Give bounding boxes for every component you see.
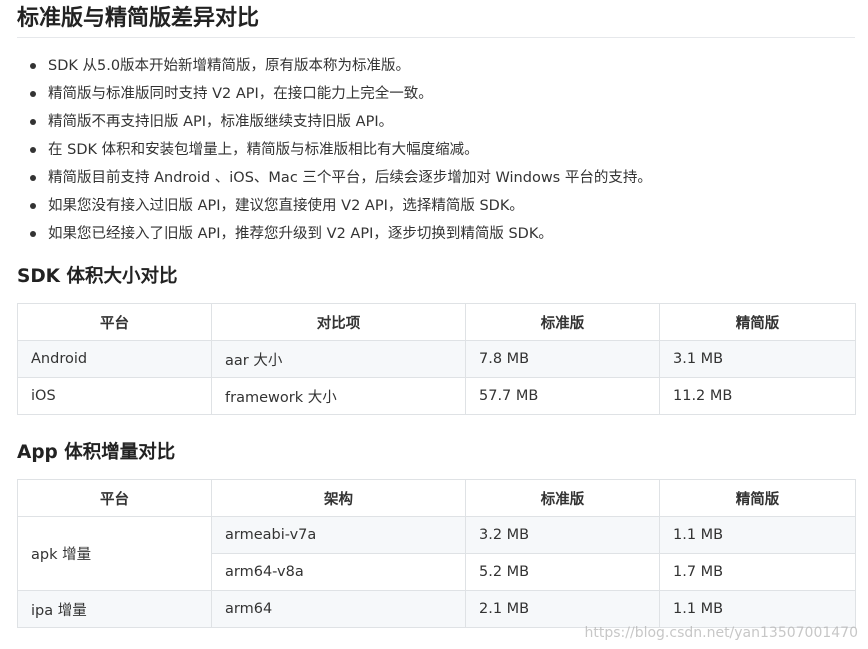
difference-list: SDK 从5.0版本开始新增精简版，原有版本称为标准版。 精简版与标准版同时支持… bbox=[17, 52, 855, 248]
list-item: SDK 从5.0版本开始新增精简版，原有版本称为标准版。 bbox=[17, 52, 855, 80]
page-title: 标准版与精简版差异对比 bbox=[17, 0, 855, 38]
table-row: iOS framework 大小 57.7 MB 11.2 MB bbox=[17, 377, 856, 415]
bullet-dot-icon bbox=[30, 203, 36, 209]
watermark: https://blog.csdn.net/yan13507001470 bbox=[584, 625, 858, 641]
bullet-dot-icon bbox=[30, 147, 36, 153]
column-header-platform: 平台 bbox=[17, 303, 212, 341]
table-cell: 1.1 MB bbox=[659, 516, 856, 554]
table-row: apk 增量 armeabi-v7a 3.2 MB 1.1 MB bbox=[17, 516, 856, 591]
bullet-dot-icon bbox=[30, 91, 36, 97]
table-cell: 3.1 MB bbox=[659, 340, 856, 378]
table-header-row: 平台 架构 标准版 精简版 bbox=[17, 479, 856, 517]
table-cell-merged: apk 增量 bbox=[17, 516, 212, 591]
table-cell: 1.7 MB bbox=[659, 553, 856, 591]
column-header-platform: 平台 bbox=[17, 479, 212, 517]
table-cell: 2.1 MB bbox=[465, 590, 660, 628]
app-size-table: 平台 架构 标准版 精简版 apk 增量 armeabi-v7a 3.2 MB … bbox=[17, 479, 856, 628]
table-row: ipa 增量 arm64 2.1 MB 1.1 MB bbox=[17, 590, 856, 628]
table-cell: 11.2 MB bbox=[659, 377, 856, 415]
bullet-dot-icon bbox=[30, 63, 36, 69]
table-cell: armeabi-v7a bbox=[211, 516, 466, 554]
table-header-row: 平台 对比项 标准版 精简版 bbox=[17, 303, 856, 341]
list-item: 在 SDK 体积和安装包增量上，精简版与标准版相比有大幅度缩减。 bbox=[17, 136, 855, 164]
table-cell: arm64 bbox=[211, 590, 466, 628]
bullet-dot-icon bbox=[30, 175, 36, 181]
table-cell: 7.8 MB bbox=[465, 340, 660, 378]
column-header-standard: 标准版 bbox=[465, 479, 660, 517]
table-cell: 3.2 MB bbox=[465, 516, 660, 554]
table-row: Android aar 大小 7.8 MB 3.1 MB bbox=[17, 340, 856, 378]
sdk-size-heading: SDK 体积大小对比 bbox=[17, 266, 178, 287]
column-header-item: 对比项 bbox=[211, 303, 466, 341]
list-item: 如果您已经接入了旧版 API，推荐您升级到 V2 API，逐步切换到精简版 SD… bbox=[17, 220, 855, 248]
bullet-dot-icon bbox=[30, 119, 36, 125]
table-cell: 1.1 MB bbox=[659, 590, 856, 628]
document-page: 标准版与精简版差异对比 SDK 从5.0版本开始新增精简版，原有版本称为标准版。… bbox=[17, 0, 856, 628]
table-cell: aar 大小 bbox=[211, 340, 466, 378]
table-cell: framework 大小 bbox=[211, 377, 466, 415]
list-item: 如果您没有接入过旧版 API，建议您直接使用 V2 API，选择精简版 SDK。 bbox=[17, 192, 855, 220]
list-item: 精简版不再支持旧版 API，标准版继续支持旧版 API。 bbox=[17, 108, 855, 136]
column-header-arch: 架构 bbox=[211, 479, 466, 517]
list-item: 精简版目前支持 Android 、iOS、Mac 三个平台，后续会逐步增加对 W… bbox=[17, 164, 855, 192]
table-cell: 5.2 MB bbox=[465, 553, 660, 591]
column-header-lite: 精简版 bbox=[659, 303, 856, 341]
table-cell: 57.7 MB bbox=[465, 377, 660, 415]
app-size-heading: App 体积增量对比 bbox=[17, 442, 176, 463]
bullet-dot-icon bbox=[30, 231, 36, 237]
table-cell: ipa 增量 bbox=[17, 590, 212, 628]
sdk-size-table: 平台 对比项 标准版 精简版 Android aar 大小 7.8 MB 3.1… bbox=[17, 303, 856, 415]
list-item: 精简版与标准版同时支持 V2 API，在接口能力上完全一致。 bbox=[17, 80, 855, 108]
table-cell: iOS bbox=[17, 377, 212, 415]
table-cell: arm64-v8a bbox=[211, 553, 466, 591]
column-header-standard: 标准版 bbox=[465, 303, 660, 341]
table-cell: Android bbox=[17, 340, 212, 378]
column-header-lite: 精简版 bbox=[659, 479, 856, 517]
